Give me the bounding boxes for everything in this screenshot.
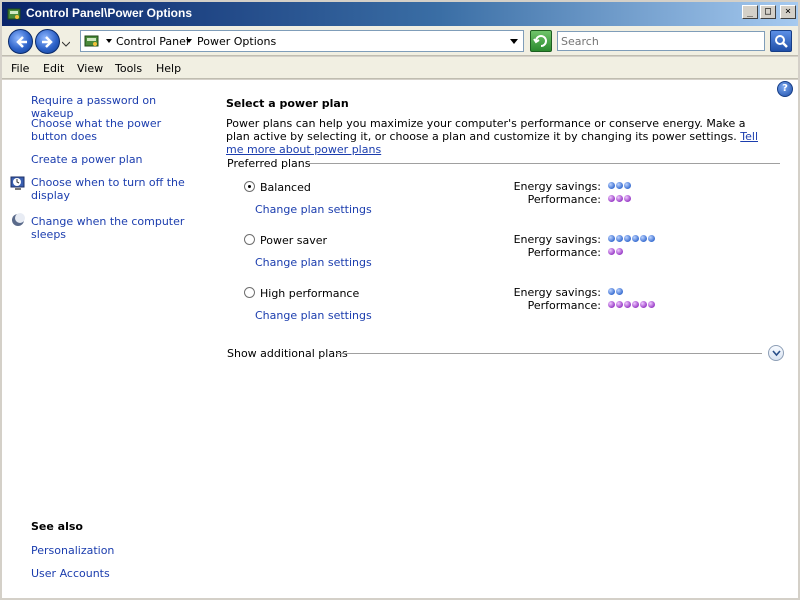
maximize-button[interactable]: □	[760, 5, 776, 19]
control-panel-icon	[84, 33, 100, 49]
navigation-bar: Control Panel Power Options	[2, 26, 798, 56]
performance-meter-high-performance	[608, 301, 655, 309]
back-arrow-icon	[16, 36, 27, 48]
performance-dot	[608, 248, 615, 255]
help-icon[interactable]: ?	[777, 81, 793, 97]
search-input[interactable]	[557, 31, 765, 51]
energy-meter-high-performance	[608, 288, 623, 296]
energy-meter-balanced	[608, 182, 631, 190]
forward-arrow-icon	[42, 36, 53, 48]
chevron-down-icon	[772, 350, 781, 357]
energy-dot	[608, 288, 615, 295]
performance-dot	[616, 195, 623, 202]
energy-dot	[608, 235, 615, 242]
window-title: Control Panel\Power Options	[26, 6, 193, 20]
minimize-button[interactable]: _	[742, 5, 758, 19]
control-panel-icon	[6, 6, 22, 22]
menu-help[interactable]: Help	[156, 62, 181, 75]
page-title: Select a power plan	[226, 97, 349, 110]
menu-bar: File Edit View Tools Help	[2, 57, 798, 79]
energy-dot	[632, 235, 639, 242]
performance-dot	[608, 195, 615, 202]
show-additional-plans[interactable]: Show additional plans	[227, 347, 348, 360]
preferred-plans-divider	[309, 163, 780, 164]
radio-power-saver[interactable]	[244, 234, 255, 245]
refresh-button[interactable]	[530, 30, 552, 52]
content-area: ? Require a password on wakeup Choose wh…	[2, 80, 798, 598]
task-create-plan[interactable]: Create a power plan	[31, 153, 201, 166]
energy-dot	[616, 288, 623, 295]
performance-dot	[624, 301, 631, 308]
performance-dot	[640, 301, 647, 308]
close-button[interactable]: ×	[780, 5, 796, 19]
energy-meter-power-saver	[608, 235, 655, 243]
performance-meter-balanced	[608, 195, 631, 203]
display-timer-icon	[10, 175, 26, 191]
description-text: Power plans can help you maximize your c…	[226, 117, 746, 143]
performance-dot	[616, 301, 623, 308]
search-icon	[775, 35, 788, 48]
forward-button[interactable]	[35, 29, 60, 54]
performance-label: Performance:	[527, 193, 601, 206]
energy-dot	[616, 182, 623, 189]
energy-dot	[640, 235, 647, 242]
task-turn-off-display[interactable]: Choose when to turn off the display	[31, 176, 196, 202]
title-bar: Control Panel\Power Options _ □ ×	[0, 0, 800, 26]
breadcrumb-separator-icon[interactable]	[106, 39, 112, 43]
expand-additional-plans-button[interactable]	[768, 345, 784, 361]
plan-name-high-performance[interactable]: High performance	[260, 287, 359, 300]
see-also-heading: See also	[31, 520, 83, 533]
radio-balanced[interactable]	[244, 181, 255, 192]
energy-savings-label: Energy savings:	[513, 286, 601, 299]
breadcrumb-power-options[interactable]: Power Options	[197, 35, 276, 48]
address-dropdown-icon[interactable]	[510, 39, 518, 44]
address-bar[interactable]: Control Panel Power Options	[80, 30, 524, 52]
performance-dot	[624, 195, 631, 202]
task-power-button[interactable]: Choose what the power button does	[31, 117, 196, 143]
plan-name-power-saver[interactable]: Power saver	[260, 234, 327, 247]
energy-dot	[624, 182, 631, 189]
radio-high-performance[interactable]	[244, 287, 255, 298]
menu-edit[interactable]: Edit	[43, 62, 64, 75]
performance-dot	[632, 301, 639, 308]
energy-savings-label: Energy savings:	[513, 233, 601, 246]
performance-label: Performance:	[527, 299, 601, 312]
menu-tools[interactable]: Tools	[115, 62, 142, 75]
menu-file[interactable]: File	[11, 62, 29, 75]
performance-dot	[648, 301, 655, 308]
menu-view[interactable]: View	[77, 62, 103, 75]
change-settings-power-saver[interactable]: Change plan settings	[255, 256, 372, 269]
breadcrumb-separator-icon[interactable]	[186, 39, 192, 43]
energy-dot	[624, 235, 631, 242]
link-user-accounts[interactable]: User Accounts	[31, 567, 110, 580]
preferred-plans-label: Preferred plans	[227, 157, 311, 170]
recent-pages-button[interactable]	[61, 38, 71, 47]
link-personalization[interactable]: Personalization	[31, 544, 114, 557]
performance-dot	[616, 248, 623, 255]
breadcrumb-control-panel[interactable]: Control Panel	[116, 35, 189, 48]
energy-dot	[608, 182, 615, 189]
energy-dot	[616, 235, 623, 242]
change-settings-high-performance[interactable]: Change plan settings	[255, 309, 372, 322]
energy-savings-label: Energy savings:	[513, 180, 601, 193]
sleep-moon-icon	[10, 212, 26, 228]
task-computer-sleeps[interactable]: Change when the computer sleeps	[31, 215, 216, 241]
energy-dot	[648, 235, 655, 242]
page-description: Power plans can help you maximize your c…	[226, 117, 766, 156]
performance-meter-power-saver	[608, 248, 623, 256]
performance-label: Performance:	[527, 246, 601, 259]
search-button[interactable]	[770, 30, 792, 52]
performance-dot	[608, 301, 615, 308]
refresh-icon	[533, 35, 547, 47]
plan-name-balanced[interactable]: Balanced	[260, 181, 311, 194]
additional-plans-divider	[336, 353, 762, 354]
back-button[interactable]	[8, 29, 33, 54]
change-settings-balanced[interactable]: Change plan settings	[255, 203, 372, 216]
chevron-down-icon	[61, 41, 71, 47]
